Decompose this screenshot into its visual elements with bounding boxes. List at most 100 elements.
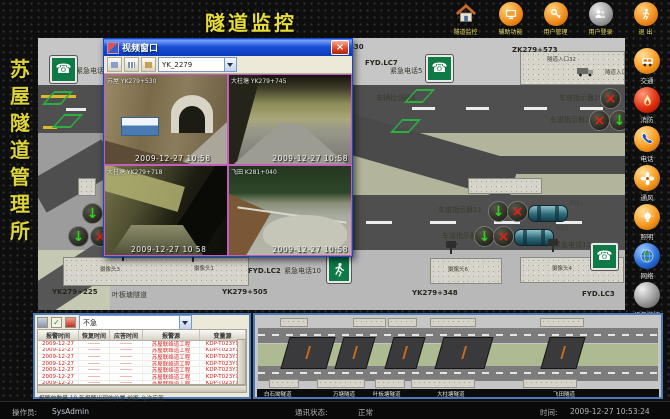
tunnel-block[interactable] xyxy=(63,257,249,286)
lane-dash xyxy=(430,221,456,224)
camera-caption: 飞田 K281+040 xyxy=(231,167,277,176)
sidebar-item-ventilation[interactable]: 通风 xyxy=(634,165,660,202)
emergency-phone-sign[interactable]: ☎ xyxy=(591,243,618,270)
video-feed-3[interactable]: 大柱塘 YK279+718 2009-12-27 10 58 xyxy=(104,165,228,256)
nav-tunnel-monitor[interactable]: 隧道监控 xyxy=(447,2,484,36)
road-shoulder-dark xyxy=(467,156,625,174)
chevron-down-icon[interactable] xyxy=(179,316,191,329)
lane-indicator-x[interactable]: × xyxy=(600,88,621,109)
lane-indicator-arrow[interactable]: ↓ xyxy=(474,226,495,247)
overview-tunnel-block[interactable] xyxy=(280,337,335,369)
overview-tunnel-block[interactable] xyxy=(434,337,493,369)
alarm-table: 报警时间 恢复时间 应答时间 报警源 变量源 2009-12-27-------… xyxy=(37,329,247,385)
lane-indicator-arrow[interactable]: ↓ xyxy=(82,203,103,224)
nav-user-management[interactable]: 用户管理 xyxy=(537,2,574,36)
nav-label: 隧道监控 xyxy=(447,27,484,36)
alarm-row[interactable]: 2009-12-27------------苏屋联络道工程KDP-T023YX xyxy=(38,374,246,381)
alarm-filter-select[interactable]: 不急 xyxy=(79,315,192,330)
camera-label: 摄像头3 xyxy=(100,265,120,273)
column-header[interactable]: 恢复时间 xyxy=(79,330,110,340)
snapshot-tool-icon[interactable] xyxy=(107,57,122,72)
grid-layout-tool-icon[interactable] xyxy=(124,57,139,72)
sidebar-item-fire[interactable]: 消防 xyxy=(634,87,660,124)
camera-icon[interactable] xyxy=(446,241,456,248)
alarm-table-body: 2009-12-27------------苏屋联络道工程KDP-T023YX2… xyxy=(38,341,246,385)
column-header[interactable]: 报警源 xyxy=(143,330,200,340)
fan-band xyxy=(537,206,541,221)
lane-indicator-label: 车道指示器19 xyxy=(559,93,603,103)
alarm-tool-icon[interactable] xyxy=(37,317,48,328)
column-header[interactable]: 应答时间 xyxy=(110,330,143,340)
alarm-row[interactable]: 2009-12-27------------苏屋联络道工程KDP-T023YX xyxy=(38,341,246,348)
lane-indicator-label: 车道指示器11 xyxy=(438,205,482,215)
sidebar-item-network[interactable]: 网络 xyxy=(634,243,660,280)
lane-dash xyxy=(366,221,392,224)
comm-status-value: 正常 xyxy=(358,407,373,418)
alarm-stop-icon[interactable] xyxy=(65,317,76,328)
record-tool-icon[interactable] xyxy=(141,57,156,72)
camera-timestamp: 2009-12-27 10:58 xyxy=(135,154,211,163)
alarm-row[interactable]: 2009-12-27------------苏屋联络道工程KDP-T023YX xyxy=(38,354,246,361)
camera-caption: 苏屋 YK279+530 xyxy=(107,76,156,85)
bulb-icon xyxy=(634,204,660,230)
fan-band xyxy=(555,206,559,221)
video-feed-4[interactable]: 飞田 K281+040 2009-12-27 10:58 xyxy=(228,165,352,256)
nav-user-login[interactable]: 用户登录 xyxy=(582,2,619,36)
nav-aux-functions[interactable]: 辅助功能 xyxy=(492,2,529,36)
page-title: 隧道监控 xyxy=(205,7,297,36)
sidebar-label: 消防 xyxy=(634,114,660,124)
chevron-down-icon[interactable] xyxy=(224,58,236,71)
video-window-titlebar[interactable]: 视频窗口 × xyxy=(104,39,352,56)
sidebar-item-phone[interactable]: 电话 xyxy=(634,126,660,163)
tunnel-portal-block[interactable]: 隧道入口32 隧道入口31 xyxy=(520,51,625,85)
lane-indicator-arrow[interactable]: ↓ xyxy=(609,110,625,131)
camera-select[interactable]: YK_2279 xyxy=(158,57,237,72)
column-header[interactable]: 报警时间 xyxy=(38,330,79,340)
sidebar-item-lighting[interactable]: 照明 xyxy=(634,204,660,241)
camera-icon[interactable] xyxy=(548,239,558,246)
lane-indicator-arrow[interactable]: ↓ xyxy=(68,226,89,247)
tunnel-portal-graphic xyxy=(171,95,213,133)
camera-select-value: YK_2279 xyxy=(162,61,192,69)
sidebar-label: 电话 xyxy=(634,153,660,163)
users-icon xyxy=(589,2,613,26)
emergency-exit-sign[interactable] xyxy=(327,255,351,283)
nav-exit[interactable]: 退 出 xyxy=(627,2,664,36)
horizontal-scrollbar[interactable] xyxy=(37,385,247,393)
home-icon xyxy=(454,2,478,26)
jet-fan-icon[interactable] xyxy=(528,205,568,222)
close-icon[interactable]: × xyxy=(331,40,349,55)
chainage-label: YK279+225 xyxy=(52,288,98,296)
tool-glyph xyxy=(111,62,118,68)
fan-label: 风机1 xyxy=(555,224,570,232)
video-toolbar: YK_2279 xyxy=(104,56,352,74)
monitor-icon xyxy=(499,2,523,26)
exit-person-icon xyxy=(634,2,658,26)
lane-indicator-arrow[interactable]: ↓ xyxy=(488,201,509,222)
ack-check-icon[interactable]: ✓ xyxy=(51,317,62,328)
lane-indicator-x[interactable]: × xyxy=(493,226,514,247)
video-feed-1[interactable]: 苏屋 YK279+530 2009-12-27 10:58 xyxy=(104,74,228,165)
phone-icon xyxy=(634,126,660,152)
alarm-row[interactable]: 2009-12-27------------苏屋联络道工程KDP-T023YX xyxy=(38,367,246,374)
alarm-row[interactable]: 2009-12-27------------苏屋联络道工程KDP-T023YX xyxy=(38,361,246,368)
fan-icon xyxy=(634,165,660,191)
chainage-label: YK279+505 xyxy=(222,288,268,296)
lane-indicator-x[interactable]: × xyxy=(507,201,528,222)
tunnel-name-label: 大柱塘隧道 xyxy=(437,390,465,398)
sidebar-item-traffic[interactable]: 交通 xyxy=(634,48,660,85)
camera-label: 摄像头4 xyxy=(552,264,572,272)
alarm-toolbar: ✓ 不急 xyxy=(35,315,249,330)
tunnel-overview-panel[interactable]: 白石坳隧道万塘隧道叶板塘隧道大柱塘隧道飞田隧道 xyxy=(253,313,663,399)
station-label: FYD.LC2 xyxy=(248,267,281,275)
vertical-scrollbar[interactable] xyxy=(237,339,246,385)
emergency-phone-sign[interactable]: ☎ xyxy=(50,56,77,83)
emergency-phone-sign[interactable]: ☎ xyxy=(426,55,453,82)
video-feed-2[interactable]: 大柱塘 YK279+745 2009-12-27 10:58 xyxy=(228,74,352,165)
alarm-panel: ✓ 不急 报警时间 恢复时间 应答时间 报警源 变量源 2009-12-27--… xyxy=(33,313,251,399)
lane-indicator-x[interactable]: × xyxy=(589,110,610,131)
overview-portal-block xyxy=(430,318,476,327)
camera-label: 摄像头1 xyxy=(194,264,214,272)
station-label: FYD.LC3 xyxy=(582,290,615,298)
alarm-row[interactable]: 2009-12-27------------苏屋联络道工程KDP-T023YX xyxy=(38,348,246,355)
